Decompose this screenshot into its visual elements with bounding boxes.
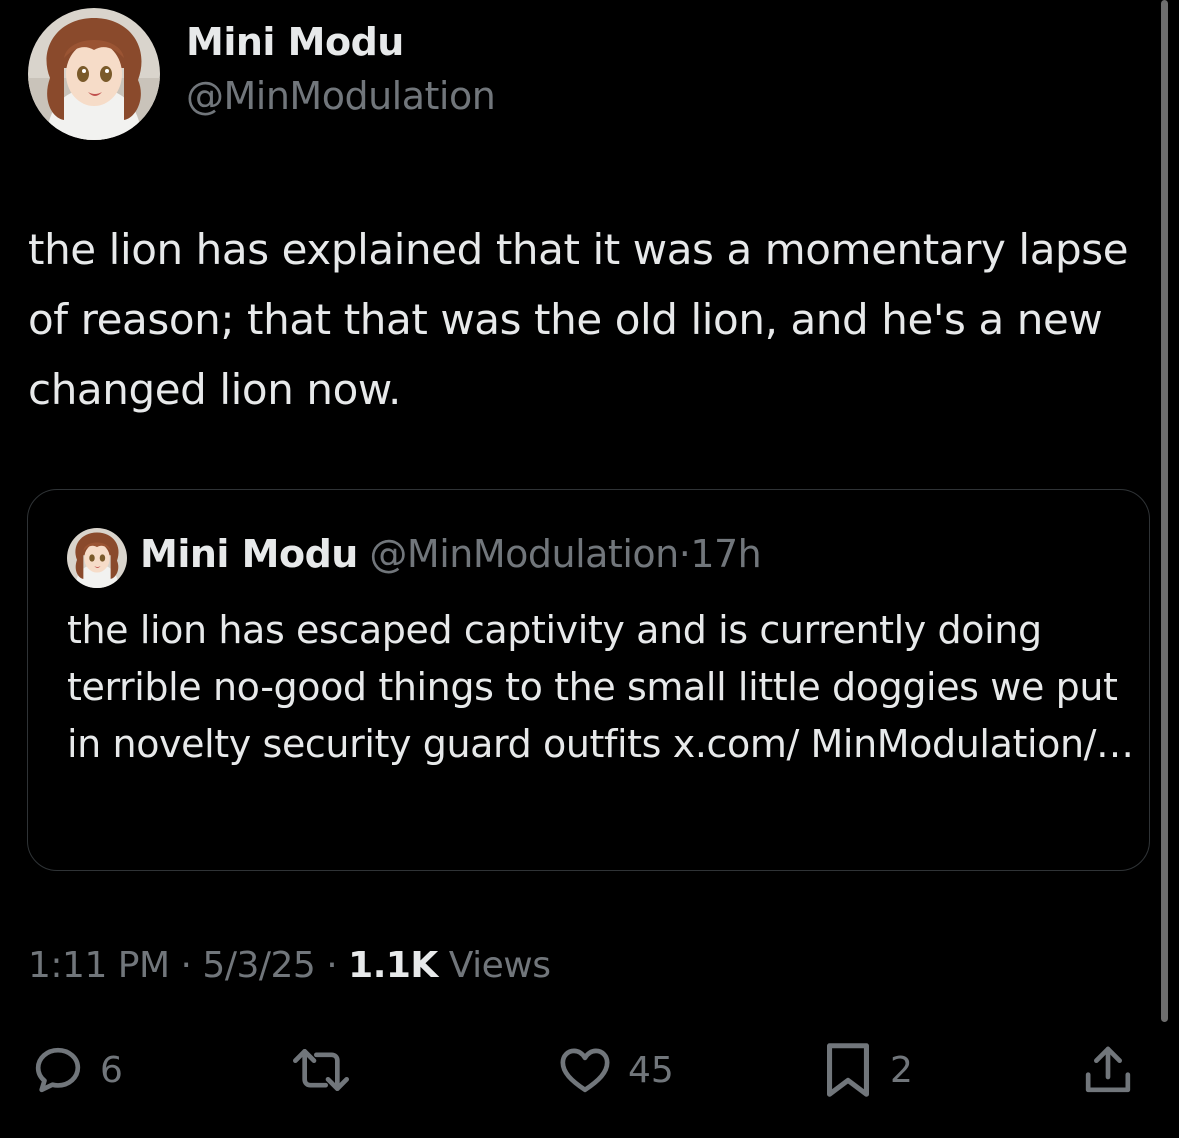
reply-icon xyxy=(30,1042,86,1098)
views-count[interactable]: 1.1K xyxy=(348,945,438,986)
tweet-time[interactable]: 1:11 PM xyxy=(28,945,170,986)
views-label[interactable]: Views xyxy=(449,945,551,986)
bookmark-count: 2 xyxy=(890,1049,913,1091)
repost-icon xyxy=(288,1042,354,1098)
quoted-timestamp: 17h xyxy=(690,532,762,576)
quoted-handle: @MinModulation xyxy=(369,532,679,576)
author-avatar[interactable] xyxy=(28,8,160,140)
repost-button[interactable] xyxy=(288,1040,368,1100)
quoted-separator: · xyxy=(678,532,691,576)
reply-count: 6 xyxy=(100,1049,123,1091)
quoted-display-name: Mini Modu xyxy=(140,532,358,576)
reply-button[interactable]: 6 xyxy=(30,1040,123,1100)
quoted-tweet-card[interactable]: Mini Modu @MinModulation·17h the lion ha… xyxy=(27,489,1150,871)
like-count: 45 xyxy=(628,1049,674,1091)
meta-separator: · xyxy=(180,945,192,986)
scrollbar[interactable] xyxy=(1161,0,1168,1022)
share-button[interactable] xyxy=(1080,1040,1136,1100)
share-icon xyxy=(1080,1042,1136,1098)
meta-separator: · xyxy=(326,945,338,986)
like-button[interactable]: 45 xyxy=(556,1040,674,1100)
tweet-text: the lion has explained that it was a mom… xyxy=(28,225,1129,414)
author-handle[interactable]: @MinModulation xyxy=(186,74,496,118)
tweet-date[interactable]: 5/3/25 xyxy=(202,945,315,986)
bookmark-icon xyxy=(820,1040,876,1100)
author-display-name[interactable]: Mini Modu xyxy=(186,20,404,64)
quoted-tweet-header: Mini Modu @MinModulation·17h xyxy=(140,532,762,576)
quoted-author-avatar xyxy=(67,528,127,588)
heart-icon xyxy=(556,1042,614,1098)
tweet-meta: 1:11 PM · 5/3/25 · 1.1K Views xyxy=(28,945,551,986)
quoted-tweet-text: the lion has escaped captivity and is cu… xyxy=(67,608,1134,766)
bookmark-button[interactable]: 2 xyxy=(820,1040,913,1100)
